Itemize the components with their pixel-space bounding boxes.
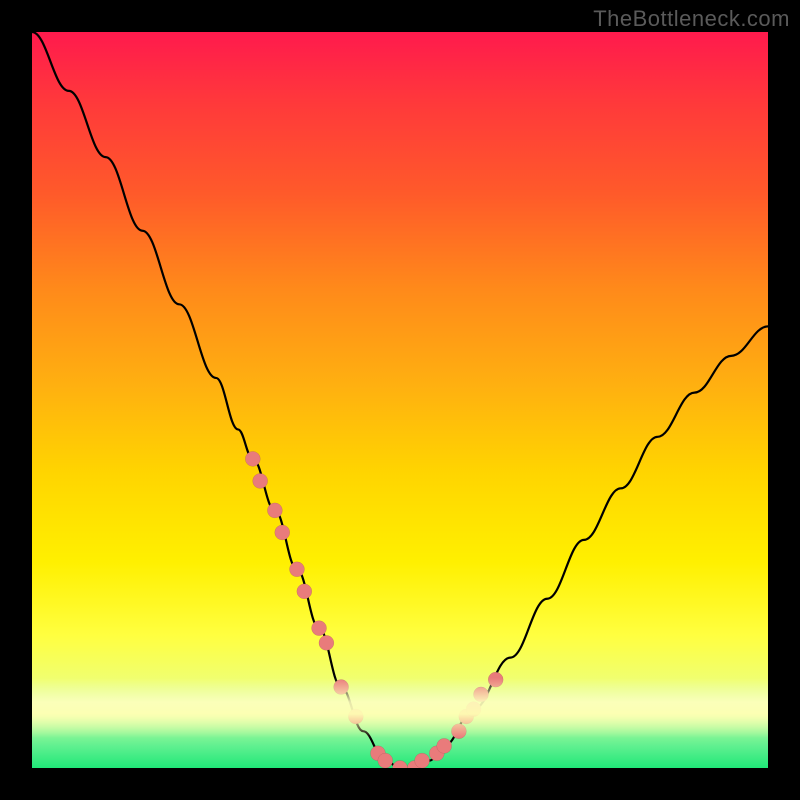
curve-layer (32, 32, 768, 768)
bottleneck-curve (32, 32, 768, 768)
plot-area (32, 32, 768, 768)
watermark-text: TheBottleneck.com (593, 6, 790, 32)
chart-frame: TheBottleneck.com (0, 0, 800, 800)
highlighted-points (245, 451, 503, 768)
